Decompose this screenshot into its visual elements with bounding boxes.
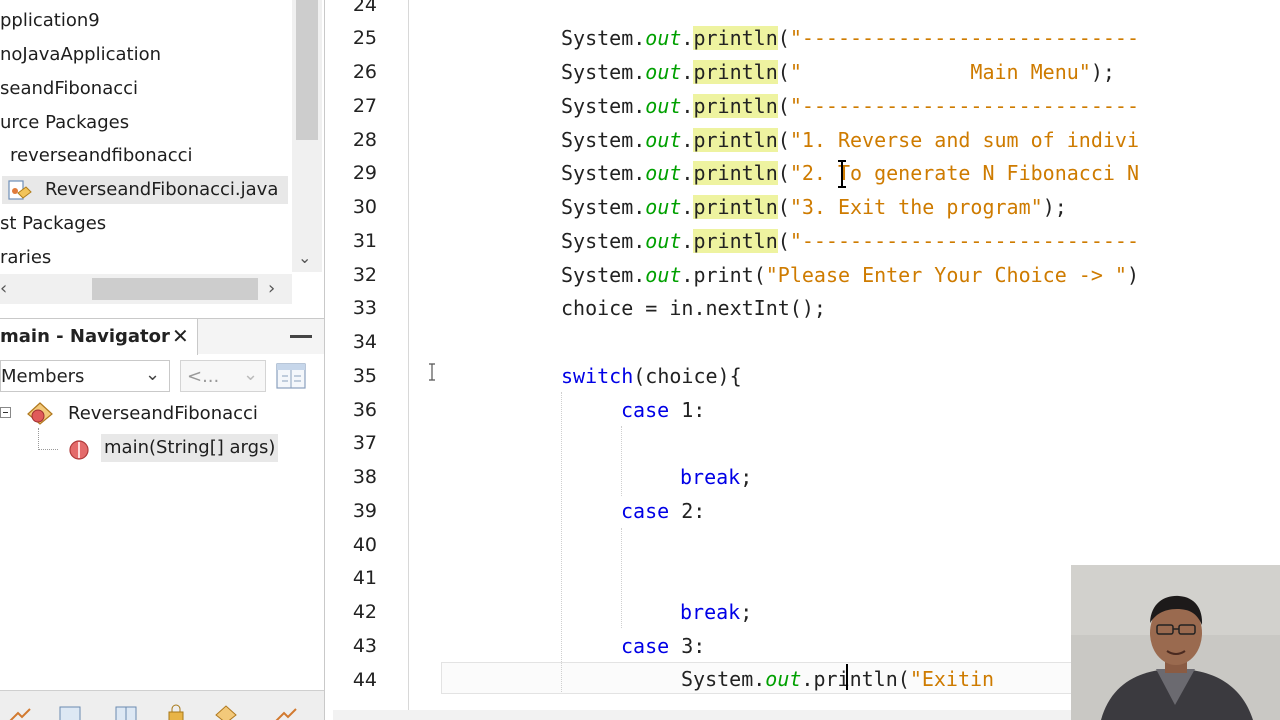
tree-item-test-packages[interactable]: st Packages [0,210,106,238]
line-number: 37 [352,432,377,454]
line-number: 36 [352,399,377,421]
tree-connector [38,428,58,450]
chevron-down-icon: ⌄ [243,364,259,385]
window-icon[interactable] [56,703,84,720]
line-number: 39 [352,500,377,522]
code-line-28: System.out.println("1. Reverse and sum o… [561,128,1140,152]
navigator-toolbar: Members ⌄ <... ⌄ [0,356,324,396]
ibeam-cursor-icon [838,160,846,188]
code-line-38: break; [680,465,753,489]
scroll-thumb[interactable] [92,278,258,300]
text-caret [846,664,848,690]
line-number: 28 [352,129,377,151]
java-file-label: ReverseandFibonacci.java [45,179,279,200]
code-line-39: case 2: [621,499,706,523]
indent-guide [621,426,622,496]
tree-item-libraries[interactable]: raries [0,244,51,272]
projects-tree: pplication9 noJavaApplication seandFibon… [0,0,322,305]
split-icon[interactable] [112,703,140,720]
line-number: 35 [352,365,377,387]
scroll-down-icon[interactable]: ⌄ [298,248,311,267]
line-number: 41 [352,567,377,589]
java-file-icon [8,180,32,200]
code-line-44: System.out.println("Exitin [681,667,995,691]
indent-guide [561,392,562,692]
projects-vertical-scrollbar[interactable]: ⌄ [292,0,322,272]
lock-icon[interactable] [162,703,190,720]
ibeam-cursor-icon [429,363,435,381]
code-line-27: System.out.println("--------------------… [561,94,1140,118]
code-line-29: System.out.println("2. To generate N Fib… [561,161,1140,185]
code-line-32: System.out.print("Please Enter Your Choi… [561,263,1140,287]
chevron-down-icon: ⌄ [145,364,161,385]
line-number: 31 [352,230,377,252]
code-line-26: System.out.println(" Main Menu"); [561,60,1115,84]
navigator-method-item[interactable]: main(String[] args) [101,434,279,462]
projects-horizontal-scrollbar[interactable]: ‹ › [0,274,292,304]
navigator-class-item[interactable]: ReverseandFibonacci [68,400,258,428]
code-line-25: System.out.println("--------------------… [561,26,1140,50]
line-number: 25 [352,27,377,49]
indent-guide [621,528,622,628]
navigator-tab-bar: main - Navigator ✕ [0,318,324,355]
code-line-31: System.out.println("--------------------… [561,229,1140,253]
code-line-36: case 1: [621,398,706,422]
line-number: 26 [352,61,377,83]
tree-item-application9[interactable]: pplication9 [0,7,100,35]
filter-icon[interactable] [274,360,308,392]
tool-icon[interactable] [272,703,300,720]
history-select[interactable]: <... ⌄ [180,360,266,392]
line-number: 30 [352,196,377,218]
tool-icon[interactable] [6,703,34,720]
line-number: 43 [352,635,377,657]
class-icon [27,402,53,425]
line-number: 42 [352,601,377,623]
line-number: 34 [352,331,377,353]
line-number: 40 [352,534,377,556]
tree-item-package[interactable]: reverseandfibonacci [10,142,193,170]
line-number: 24 [352,0,377,16]
scroll-right-icon[interactable]: › [268,278,275,299]
class-icon[interactable] [212,703,240,720]
line-number-gutter: 24 25 26 27 28 29 30 31 32 33 34 35 36 3… [333,0,409,720]
minimize-icon[interactable] [290,335,312,338]
code-line-43: case 3: [621,634,706,658]
line-number: 44 [352,669,377,691]
tree-item-demo-java-application[interactable]: noJavaApplication [0,41,161,69]
webcam-overlay [1071,565,1280,720]
line-number: 33 [352,297,377,319]
code-line-30: System.out.println("3. Exit the program"… [561,195,1067,219]
left-pane: pplication9 noJavaApplication seandFibon… [0,0,325,720]
code-line-35: switch(choice){ [561,364,742,388]
tree-item-java-file[interactable]: ReverseandFibonacci.java [2,176,288,204]
bottom-toolbar [0,690,324,720]
code-line-33: choice = in.nextInt(); [561,296,826,320]
method-icon [69,440,89,460]
line-number: 29 [352,162,377,184]
presenter-video [1071,565,1280,720]
tab-navigator[interactable]: main - Navigator ✕ [0,319,198,355]
scroll-left-icon[interactable]: ‹ [0,278,7,299]
navigator-tab-label: main - Navigator [0,326,170,347]
line-number: 27 [352,95,377,117]
tree-collapse-icon[interactable] [0,406,12,420]
history-select-label: <... [187,366,220,387]
members-select-label: Members [1,366,85,387]
scroll-thumb[interactable] [296,0,318,140]
close-icon[interactable]: ✕ [172,324,189,348]
code-line-42: break; [680,600,753,624]
tree-item-reverse-fibonacci-project[interactable]: seandFibonacci [0,75,138,103]
navigator-tree: ReverseandFibonacci main(String[] args) [0,398,324,478]
members-select[interactable]: Members ⌄ [0,360,170,392]
tree-item-source-packages[interactable]: urce Packages [0,109,129,137]
line-number: 32 [352,264,377,286]
line-number: 38 [352,466,377,488]
